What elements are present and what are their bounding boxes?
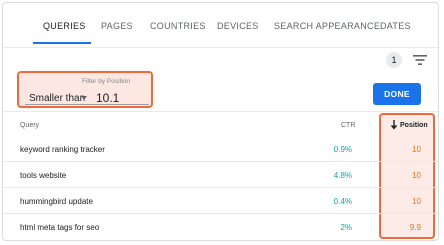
ctr-cell: 2% [340, 223, 352, 232]
query-cell: keyword ranking tracker [20, 145, 105, 154]
query-cell: html meta tags for seo [20, 223, 100, 232]
filter-operator-select[interactable]: Smaller than [29, 93, 85, 104]
tab-devices[interactable]: DEVICES [217, 21, 259, 31]
tab-countries[interactable]: COUNTRIES [150, 21, 206, 31]
tab-dates[interactable]: DATES [380, 21, 411, 31]
ctr-cell: 0.9% [333, 145, 352, 154]
position-cell: 10 [412, 197, 421, 206]
table-header-divider [3, 111, 438, 112]
filter-value-input[interactable]: 10.1 [96, 91, 119, 105]
ctr-cell: 4.8% [333, 171, 352, 180]
position-cell: 10 [412, 145, 421, 154]
table-row[interactable]: tools website 4.8% 10 [3, 162, 438, 188]
table-row[interactable]: html meta tags for seo 2% 9.9 [3, 214, 438, 240]
position-filter-field: Filter by Position Smaller than 10.1 [17, 71, 153, 108]
column-header-query[interactable]: Query [20, 122, 39, 129]
filter-list-icon[interactable] [413, 54, 427, 66]
caret-down-icon[interactable] [81, 96, 87, 100]
arrow-down-icon[interactable] [390, 120, 398, 130]
dimension-tabs: QUERIES PAGES COUNTRIES DEVICES SEARCH A… [3, 3, 438, 47]
query-cell: tools website [20, 171, 67, 180]
position-cell: 10 [412, 171, 421, 180]
done-button[interactable]: DONE [373, 83, 421, 105]
filter-floating-label: Filter by Position [82, 78, 131, 85]
query-cell: hummingbird update [20, 197, 93, 206]
column-header-position[interactable]: Position [400, 122, 428, 129]
table-row[interactable]: hummingbird update 0.4% 10 [3, 188, 438, 214]
table-row[interactable]: keyword ranking tracker 0.9% 10 [3, 136, 438, 162]
tab-pages[interactable]: PAGES [101, 21, 133, 31]
tab-queries[interactable]: QUERIES [43, 21, 86, 31]
filter-count-badge: 1 [386, 52, 402, 68]
filter-underline [25, 104, 149, 105]
tabs-divider [3, 47, 438, 48]
position-cell: 9.9 [409, 223, 421, 232]
active-tab-indicator [33, 42, 91, 44]
tab-search-appearance[interactable]: SEARCH APPEARANCE [274, 21, 380, 31]
performance-report-card: QUERIES PAGES COUNTRIES DEVICES SEARCH A… [2, 2, 439, 241]
ctr-cell: 0.4% [333, 197, 352, 206]
column-header-ctr[interactable]: CTR [341, 122, 355, 129]
